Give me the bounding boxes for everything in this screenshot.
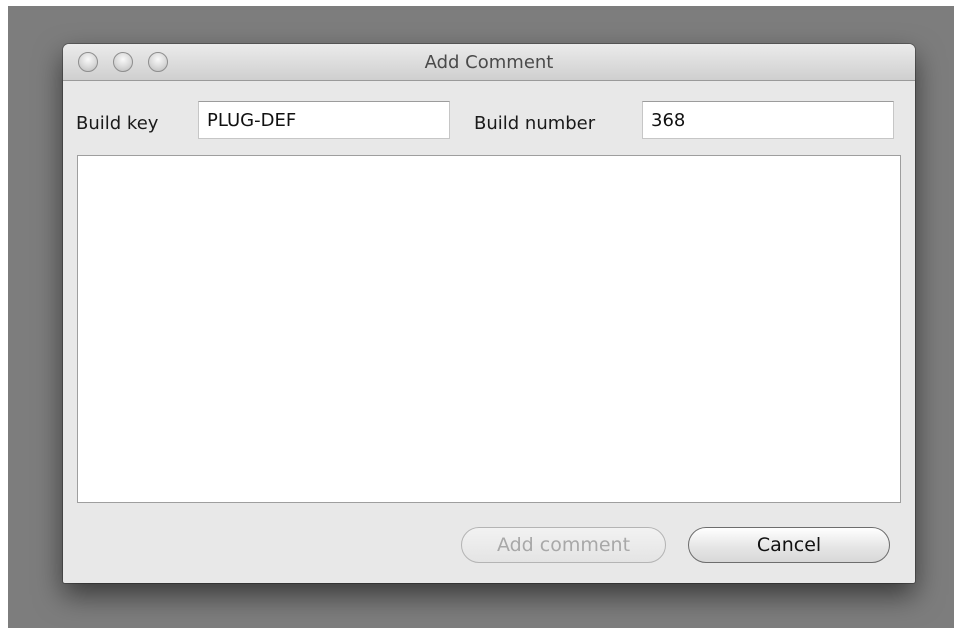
build-number-label: Build number	[474, 113, 596, 134]
build-number-field[interactable]	[642, 101, 894, 139]
cancel-button[interactable]: Cancel	[688, 527, 890, 563]
comment-text-area[interactable]	[77, 155, 901, 503]
add-comment-dialog: Add Comment Build key Build number Add c…	[63, 44, 915, 583]
window-title: Add Comment	[424, 52, 554, 73]
add-comment-button[interactable]: Add comment	[461, 527, 666, 563]
title-bar[interactable]: Add Comment	[63, 44, 915, 81]
build-key-label: Build key	[76, 113, 159, 134]
build-key-field[interactable]	[198, 101, 450, 139]
